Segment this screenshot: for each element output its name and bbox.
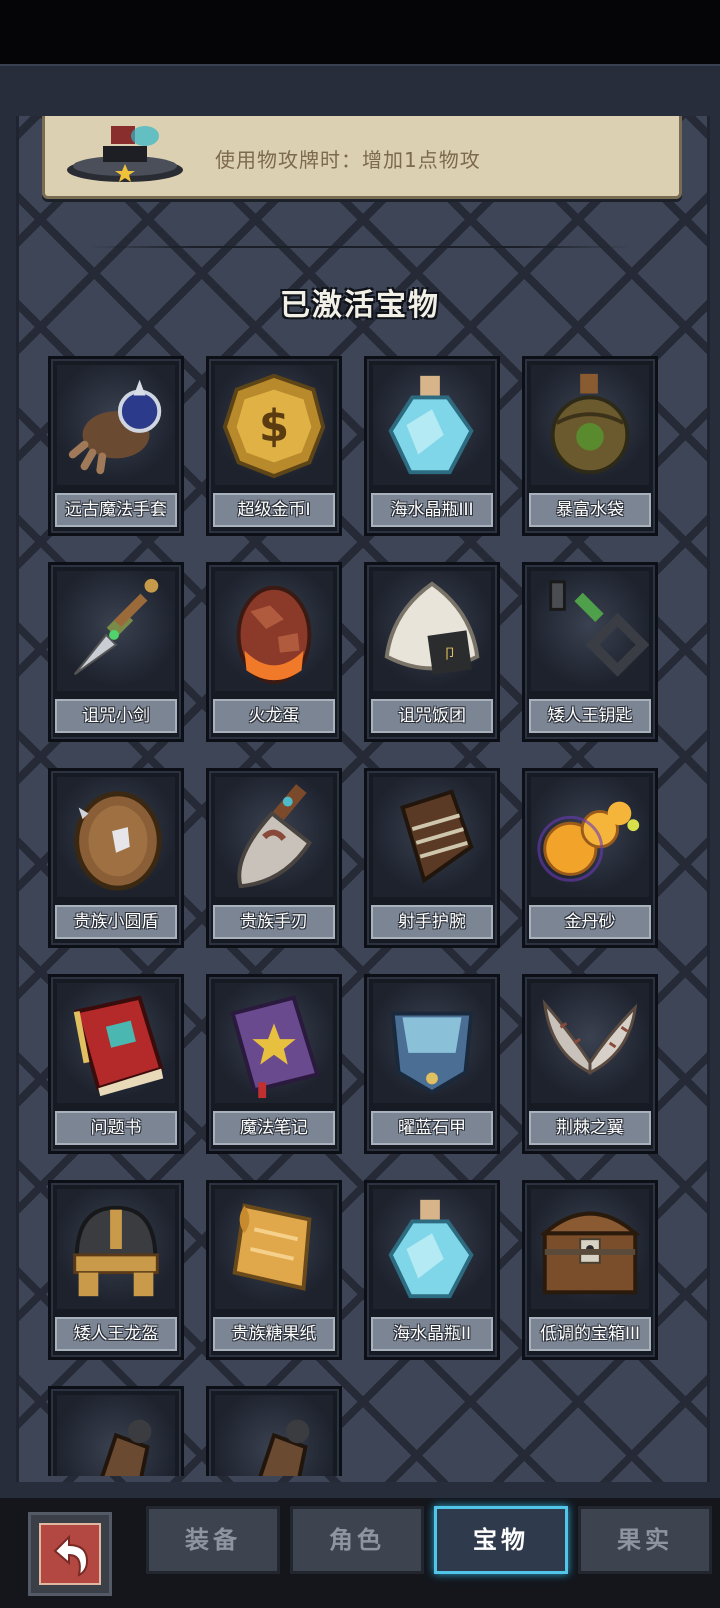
- treasure-card[interactable]: 曜蓝石甲: [364, 974, 500, 1154]
- treasure-card[interactable]: 海水晶瓶III: [364, 356, 500, 536]
- treasure-card[interactable]: $ 超级金币I: [206, 356, 342, 536]
- treasure-grid: 远古魔法手套 $ 超级金币I 海水晶瓶III 暴富水袋 诅咒小剑 火龙蛋卩诅咒饭团 矮人王钥匙…: [48, 356, 680, 1476]
- treasure-effect-card: 使用物攻牌时：增加1点物攻: [42, 116, 682, 199]
- treasure-label: 暴富水袋: [529, 493, 651, 527]
- pedestal-icon: [67, 126, 183, 182]
- back-button[interactable]: [28, 1512, 112, 1596]
- treasure-label: 矮人王龙盔: [55, 1317, 177, 1351]
- treasure-label: 问题书: [55, 1111, 177, 1145]
- rice-ball-icon: 卩: [373, 571, 491, 691]
- dragon-egg-icon: [215, 571, 333, 691]
- bracer-icon: [373, 777, 491, 897]
- divider: [90, 246, 630, 248]
- blue-armor-icon: [373, 983, 491, 1103]
- treasure-card[interactable]: 射手护腕: [364, 768, 500, 948]
- tab-character[interactable]: 角色: [290, 1506, 424, 1574]
- golden-orbs-icon: [531, 777, 649, 897]
- treasure-card[interactable]: 远古魔法手套: [48, 356, 184, 536]
- svg-text:$: $: [259, 402, 289, 452]
- gauntlet-icon: [215, 1395, 333, 1476]
- spiked-gauntlet-icon: [57, 365, 175, 485]
- purple-book-icon: [215, 983, 333, 1103]
- treasure-label: 金丹砂: [529, 905, 651, 939]
- treasure-label: 魔法笔记: [213, 1111, 335, 1145]
- treasure-label: 贵族糖果纸: [213, 1317, 335, 1351]
- treasure-card[interactable]: [48, 1386, 184, 1476]
- treasure-label: 超级金币I: [213, 493, 335, 527]
- status-bar: [0, 0, 720, 64]
- treasure-label: 远古魔法手套: [55, 493, 177, 527]
- helmet-icon: [57, 1189, 175, 1309]
- svg-text:卩: 卩: [443, 647, 457, 663]
- cleaver-icon: [215, 777, 333, 897]
- tab-treasure[interactable]: 宝物: [434, 1506, 568, 1574]
- treasure-label: 火龙蛋: [213, 699, 335, 733]
- back-arrow-icon: [39, 1523, 101, 1585]
- treasure-card[interactable]: 问题书: [48, 974, 184, 1154]
- treasure-card[interactable]: 贵族小圆盾: [48, 768, 184, 948]
- treasure-label: 诅咒小剑: [55, 699, 177, 733]
- treasure-card[interactable]: 海水晶瓶II: [364, 1180, 500, 1360]
- red-book-icon: [57, 983, 175, 1103]
- treasure-card[interactable]: 暴富水袋: [522, 356, 658, 536]
- treasure-label: 矮人王钥匙: [529, 699, 651, 733]
- treasure-card[interactable]: 火龙蛋: [206, 562, 342, 742]
- key-icon: [531, 571, 650, 691]
- treasure-card[interactable]: 矮人王钥匙: [522, 562, 658, 742]
- treasure-card[interactable]: 低调的宝箱III: [522, 1180, 658, 1360]
- crystal-bottle-icon: [373, 1189, 491, 1309]
- treasure-card[interactable]: 荆棘之翼: [522, 974, 658, 1154]
- treasure-label: 海水晶瓶II: [371, 1317, 493, 1351]
- water-flask-icon: [531, 365, 649, 485]
- treasure-card[interactable]: 金丹砂: [522, 768, 658, 948]
- treasure-label: 贵族手刃: [213, 905, 335, 939]
- treasure-label: 荆棘之翼: [529, 1111, 651, 1145]
- candy-paper-icon: [215, 1189, 333, 1309]
- thorn-wings-icon: [531, 983, 649, 1103]
- section-title: 已激活宝物: [280, 288, 440, 323]
- treasure-card[interactable]: [206, 1386, 342, 1476]
- treasure-label: 贵族小圆盾: [55, 905, 177, 939]
- treasure-label: 曜蓝石甲: [371, 1111, 493, 1145]
- dagger-icon: [57, 571, 175, 691]
- treasure-card[interactable]: 贵族手刃: [206, 768, 342, 948]
- tab-equipment[interactable]: 装备: [146, 1506, 280, 1574]
- treasure-chest-icon: [531, 1189, 649, 1309]
- round-shield-icon: [57, 777, 175, 897]
- treasure-label: 低调的宝箱III: [529, 1317, 651, 1351]
- treasure-label: 诅咒饭团: [371, 699, 493, 733]
- treasure-card[interactable]: 贵族糖果纸: [206, 1180, 342, 1360]
- treasure-label: 海水晶瓶III: [371, 493, 493, 527]
- gauntlet-icon: [57, 1395, 175, 1476]
- treasure-label: 射手护腕: [371, 905, 493, 939]
- treasure-card[interactable]: 卩诅咒饭团: [364, 562, 500, 742]
- tab-fruit[interactable]: 果实: [578, 1506, 712, 1574]
- treasure-card[interactable]: 诅咒小剑: [48, 562, 184, 742]
- bottom-nav: 装备 角色 宝物 果实: [0, 1498, 720, 1608]
- treasure-card[interactable]: 魔法笔记: [206, 974, 342, 1154]
- effect-description: 使用物攻牌时：增加1点物攻: [215, 148, 481, 172]
- crystal-bottle-icon: [373, 365, 491, 485]
- treasure-card[interactable]: 矮人王龙盔: [48, 1180, 184, 1360]
- gold-coin-icon: $: [215, 365, 333, 485]
